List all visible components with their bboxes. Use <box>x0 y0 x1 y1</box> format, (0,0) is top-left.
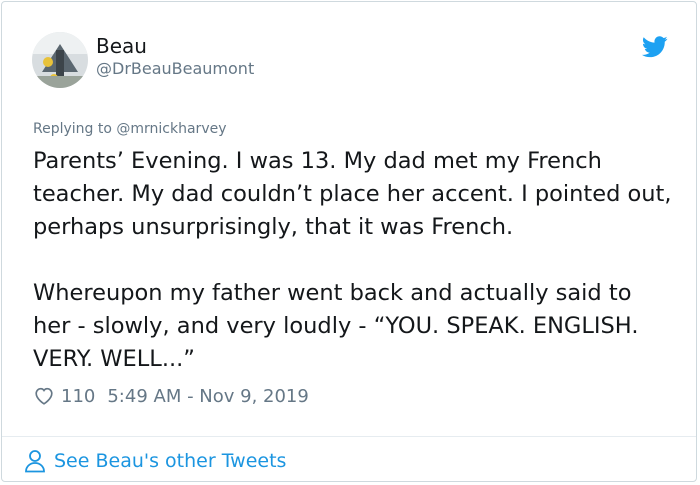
author-handle[interactable]: @DrBeauBeaumont <box>96 59 254 78</box>
person-icon <box>25 450 45 473</box>
see-other-tweets-link[interactable]: See Beau's other Tweets <box>24 449 286 473</box>
tweet-meta: 110 5:49 AM - Nov 9, 2019 <box>33 385 309 407</box>
reply-mention-link[interactable]: @mrnickharvey <box>116 121 226 137</box>
like-count[interactable]: 110 <box>61 386 95 407</box>
twitter-bird-icon[interactable] <box>642 36 668 58</box>
divider <box>2 436 696 437</box>
author-name[interactable]: Beau <box>96 34 147 58</box>
see-other-tweets-label[interactable]: See Beau's other Tweets <box>54 450 286 472</box>
tweet-text: Parents’ Evening. I was 13. My dad met m… <box>33 148 672 372</box>
replying-to-label: Replying to <box>33 121 117 137</box>
avatar[interactable] <box>32 32 88 88</box>
replying-to: Replying to @mrnickharvey <box>33 121 227 137</box>
tweet-card: Beau @DrBeauBeaumont Replying to @mrnick… <box>1 1 697 482</box>
tweet-timestamp[interactable]: 5:49 AM - Nov 9, 2019 <box>107 386 308 407</box>
heart-icon[interactable] <box>33 385 55 407</box>
